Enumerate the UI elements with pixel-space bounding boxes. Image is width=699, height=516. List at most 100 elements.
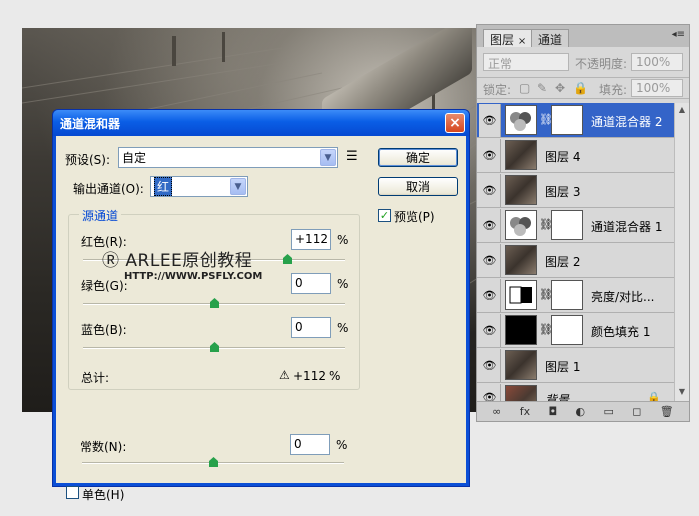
layer-name: 通道混合器 1 (591, 220, 663, 234)
layers-panel: 图层 × 通道 ◂≡ 正常 不透明度: 100% 锁定: ▢ ✎ ✥ 🔒 填充:… (476, 24, 690, 422)
preset-menu-icon[interactable]: ☰ (346, 149, 358, 164)
eye-icon[interactable]: 👁 (479, 104, 501, 137)
layer-thumb (505, 350, 537, 380)
constant-input[interactable]: 0 (290, 434, 330, 455)
red-slider-track[interactable] (83, 259, 345, 261)
layer-mask-thumb (551, 210, 583, 240)
layer-name: 通道混合器 2 (591, 115, 663, 129)
layer-name: 亮度/对比... (591, 290, 655, 304)
percent-label: % (337, 277, 349, 291)
blend-mode-value: 正常 (488, 57, 513, 71)
green-input[interactable]: 0 (291, 273, 331, 294)
link-layers-icon[interactable]: ∞ (492, 405, 501, 418)
cancel-button[interactable]: 取消 (378, 177, 458, 196)
chevron-down-icon[interactable]: ▼ (230, 178, 246, 195)
layer-row[interactable]: 👁 图层 1 (477, 348, 675, 383)
eye-icon[interactable]: 👁 (479, 279, 501, 312)
layer-row[interactable]: 👁 图层 4 (477, 138, 675, 173)
layer-row[interactable]: 👁 ⛓ 通道混合器 1 (477, 208, 675, 243)
eye-icon[interactable]: 👁 (479, 244, 501, 277)
lock-move-icon[interactable]: ✥ (555, 81, 565, 95)
constant-label: 常数(N): (80, 440, 127, 454)
preview-checkbox[interactable]: ✓ (378, 209, 391, 222)
blue-slider-thumb[interactable] (210, 342, 219, 352)
new-group-icon[interactable]: ▭ (603, 405, 613, 418)
layer-name: 图层 3 (545, 185, 581, 199)
layer-row[interactable]: 👁 ⛓ 通道混合器 2 (477, 103, 675, 138)
layer-row[interactable]: 👁 图层 3 (477, 173, 675, 208)
layer-name: 图层 2 (545, 255, 581, 269)
channel-mixer-thumb (505, 210, 537, 240)
panel-menu-icon[interactable]: ◂≡ (672, 29, 685, 40)
fill-field[interactable]: 100% (631, 79, 683, 97)
percent-label: % (329, 369, 341, 383)
lock-label: 锁定: (483, 83, 512, 97)
brightness-contrast-thumb (505, 280, 537, 310)
output-channel-value: 红 (154, 177, 173, 196)
blue-label: 蓝色(B): (81, 323, 127, 337)
fill-label: 填充: (599, 83, 628, 97)
layer-mask-thumb (551, 315, 583, 345)
blend-row: 正常 不透明度: 100% (481, 53, 685, 73)
eye-icon[interactable]: 👁 (479, 314, 501, 347)
add-mask-icon[interactable]: ◘ (548, 405, 557, 418)
close-icon[interactable]: × (518, 36, 526, 47)
scroll-up-icon[interactable]: ▲ (676, 105, 688, 119)
layer-style-icon[interactable]: fx (520, 405, 530, 418)
ok-button[interactable]: 确定 (378, 148, 458, 167)
lock-row: 锁定: ▢ ✎ ✥ 🔒 填充: 100% (477, 77, 689, 99)
dialog-titlebar[interactable]: 通道混和器 (53, 110, 469, 136)
output-channel-select[interactable]: 红 ▼ (150, 176, 248, 197)
chevron-down-icon[interactable]: ▼ (320, 149, 336, 166)
preset-select[interactable]: 自定 ▼ (118, 147, 338, 168)
green-slider-thumb[interactable] (210, 298, 219, 308)
dialog-title: 通道混和器 (60, 116, 121, 131)
preview-label: 预览(P) (394, 210, 435, 224)
percent-label: % (337, 321, 349, 335)
eye-icon[interactable]: 👁 (479, 174, 501, 207)
adjustment-layer-icon[interactable]: ◐ (576, 405, 586, 418)
monochrome-checkbox[interactable] (66, 486, 79, 499)
opacity-label: 不透明度: (575, 57, 628, 71)
scroll-down-icon[interactable]: ▼ (676, 387, 688, 401)
panel-tabs: 图层 × 通道 ◂≡ (477, 25, 689, 47)
layers-scrollbar[interactable]: ▲ ▼ (674, 103, 689, 403)
blend-mode-select[interactable]: 正常 (483, 53, 569, 71)
layer-thumb (505, 175, 537, 205)
eye-icon[interactable]: 👁 (479, 139, 501, 172)
trash-icon[interactable]: 🗑 (660, 405, 674, 418)
source-channels-group: 源通道 红色(R): +112 % 绿色(G): 0 % 蓝色(B): 0 % … (68, 207, 360, 390)
tab-layers[interactable]: 图层 × (483, 29, 534, 47)
layer-name: 图层 4 (545, 150, 581, 164)
total-value: +112 (293, 369, 326, 383)
blue-input[interactable]: 0 (291, 317, 331, 338)
tab-channels[interactable]: 通道 (531, 29, 570, 47)
constant-slider-thumb[interactable] (209, 457, 218, 467)
channel-mixer-thumb (505, 105, 537, 135)
tab-layers-label: 图层 (490, 33, 515, 47)
close-button[interactable]: × (445, 113, 465, 133)
eye-icon[interactable]: 👁 (479, 209, 501, 242)
tab-channels-label: 通道 (538, 33, 563, 47)
red-slider-thumb[interactable] (283, 254, 292, 264)
layer-name: 颜色填充 1 (591, 325, 651, 339)
new-layer-icon[interactable]: ◻ (632, 405, 641, 418)
lock-all-icon[interactable]: 🔒 (573, 81, 588, 95)
dialog-body: 预设(S): 自定 ▼ ☰ 输出通道(O): 红 ▼ 确定 取消 ✓ 预览(P)… (56, 136, 466, 502)
layer-row[interactable]: 👁 图层 2 (477, 243, 675, 278)
opacity-field[interactable]: 100% (631, 53, 683, 71)
preset-label: 预设(S): (65, 153, 111, 167)
lock-brush-icon[interactable]: ✎ (537, 81, 547, 95)
red-label: 红色(R): (81, 235, 127, 249)
color-fill-thumb (505, 315, 537, 345)
lock-transparent-icon[interactable]: ▢ (519, 81, 530, 95)
warning-icon: ⚠ (279, 368, 290, 382)
eye-icon[interactable]: 👁 (479, 349, 501, 382)
preset-select-value: 自定 (122, 151, 147, 165)
layer-row[interactable]: 👁 ⛓ 颜色填充 1 (477, 313, 675, 348)
layer-mask-thumb (551, 105, 583, 135)
percent-label: % (336, 438, 348, 452)
layers-bottom-toolbar: ∞ fx ◘ ◐ ▭ ◻ 🗑 (477, 401, 689, 421)
red-input[interactable]: +112 (291, 229, 331, 250)
layer-row[interactable]: 👁 ⛓ 亮度/对比... (477, 278, 675, 313)
